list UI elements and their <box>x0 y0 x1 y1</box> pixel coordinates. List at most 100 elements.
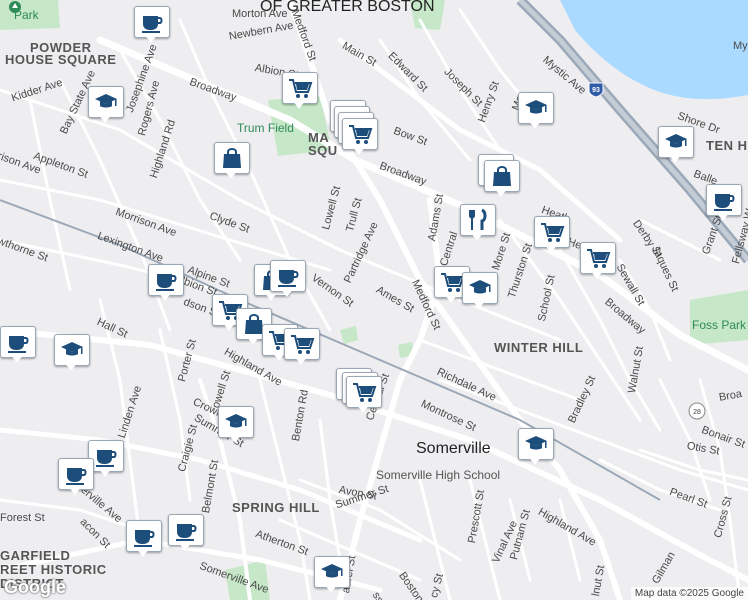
cafe-marker[interactable] <box>0 326 36 364</box>
marker-pointer <box>353 147 365 155</box>
marker-pointer <box>65 363 77 371</box>
school-marker[interactable] <box>518 92 554 130</box>
school-icon <box>54 334 90 366</box>
bag-marker[interactable] <box>214 142 250 180</box>
cart-marker[interactable] <box>342 118 378 156</box>
school-icon <box>658 126 694 158</box>
marker-pointer <box>223 323 235 331</box>
marker-pointer <box>69 487 81 495</box>
marker-pointer <box>225 171 237 179</box>
marker-pointer <box>293 101 305 109</box>
route-93-label: 93 <box>592 87 600 94</box>
school-icon <box>518 428 554 460</box>
marker-pointer <box>145 35 157 43</box>
school-marker[interactable] <box>518 428 554 466</box>
cafe-marker[interactable] <box>58 458 94 496</box>
street-label-morton: Morton Ave <box>232 8 288 20</box>
marker-pointer <box>445 295 457 303</box>
marker-pointer <box>545 245 557 253</box>
marker-pointer <box>179 543 191 551</box>
marker-pointer <box>591 271 603 279</box>
cart-icon <box>284 328 320 360</box>
cart-icon <box>342 118 378 150</box>
cart-marker[interactable] <box>580 242 616 280</box>
map-attribution[interactable]: Map data ©2025 Google <box>630 587 748 600</box>
area-label-ma-squ2: SQU <box>308 143 338 158</box>
cafe-marker[interactable] <box>270 260 306 298</box>
area-label-park-top: Park <box>14 8 39 22</box>
marker-pointer <box>717 213 729 221</box>
cafe-marker[interactable] <box>126 520 162 558</box>
cafe-icon <box>270 260 306 292</box>
route-28-label: 28 <box>693 409 701 416</box>
marker-pointer <box>529 457 541 465</box>
area-label-powder2: HOUSE SQUARE <box>5 52 117 67</box>
area-label-ten-hills: TEN H <box>706 138 748 153</box>
school-icon <box>314 556 350 588</box>
area-label-trum-field: Trum Field <box>237 121 294 135</box>
area-label-mys: My <box>733 40 748 52</box>
cafe-icon <box>58 458 94 490</box>
cafe-marker[interactable] <box>168 514 204 552</box>
cafe-icon <box>168 514 204 546</box>
map-view[interactable]: 93 28 OF GREATER BOSTON Park POWDER HOUSE S… <box>0 0 748 600</box>
cafe-marker[interactable] <box>148 264 184 302</box>
area-label-high-school: Somerville High School <box>376 468 501 482</box>
cart-marker[interactable] <box>346 376 382 414</box>
marker-pointer <box>99 469 111 477</box>
bag-marker[interactable] <box>484 160 520 198</box>
cart-marker[interactable] <box>534 216 570 254</box>
cart-icon <box>534 216 570 248</box>
area-label-somerville: Somerville <box>416 440 491 457</box>
marker-pointer <box>99 115 111 123</box>
cart-icon <box>580 242 616 274</box>
route-28-shield-icon: 28 <box>688 402 706 420</box>
bag-icon <box>214 142 250 174</box>
area-label-garfield1: GARFIELD <box>0 548 71 563</box>
cart-marker[interactable] <box>282 72 318 110</box>
school-marker[interactable] <box>462 272 498 310</box>
school-marker[interactable] <box>88 86 124 124</box>
cafe-marker[interactable] <box>134 6 170 44</box>
school-icon <box>518 92 554 124</box>
area-label-winter-hill: WINTER HILL <box>494 340 584 355</box>
area-label-foss-park: Foss Park <box>692 318 747 332</box>
marker-pointer <box>669 155 681 163</box>
area-label-garfield2: REET HISTORIC <box>0 562 107 577</box>
area-label-spring-hill: SPRING HILL <box>232 500 320 515</box>
marker-pointer <box>281 289 293 297</box>
school-icon <box>462 272 498 304</box>
cafe-icon <box>126 520 162 552</box>
school-marker[interactable] <box>314 556 350 594</box>
cart-marker[interactable] <box>284 328 320 366</box>
marker-pointer <box>325 585 337 593</box>
marker-pointer <box>473 301 485 309</box>
interstate-93-shield-icon: 93 <box>588 82 604 98</box>
marker-pointer <box>229 435 241 443</box>
school-marker[interactable] <box>54 334 90 372</box>
street-label-forest: Forest St <box>0 512 45 524</box>
marker-pointer <box>247 337 259 345</box>
bag-icon <box>484 160 520 192</box>
school-marker[interactable] <box>218 406 254 444</box>
cafe-icon <box>706 184 742 216</box>
school-icon <box>218 406 254 438</box>
marker-pointer <box>495 189 507 197</box>
cart-icon <box>346 376 382 408</box>
school-icon <box>88 86 124 118</box>
cafe-icon <box>148 264 184 296</box>
marker-pointer <box>529 121 541 129</box>
marker-pointer <box>137 549 149 557</box>
marker-pointer <box>159 293 171 301</box>
marker-pointer <box>295 357 307 365</box>
marker-pointer <box>357 405 369 413</box>
food-marker[interactable] <box>460 204 496 242</box>
cafe-marker[interactable] <box>706 184 742 222</box>
google-logo: Google <box>4 577 66 597</box>
marker-pointer <box>11 355 23 363</box>
cafe-icon <box>134 6 170 38</box>
school-marker[interactable] <box>658 126 694 164</box>
cart-icon <box>282 72 318 104</box>
marker-pointer <box>471 233 483 241</box>
cafe-icon <box>0 326 36 358</box>
